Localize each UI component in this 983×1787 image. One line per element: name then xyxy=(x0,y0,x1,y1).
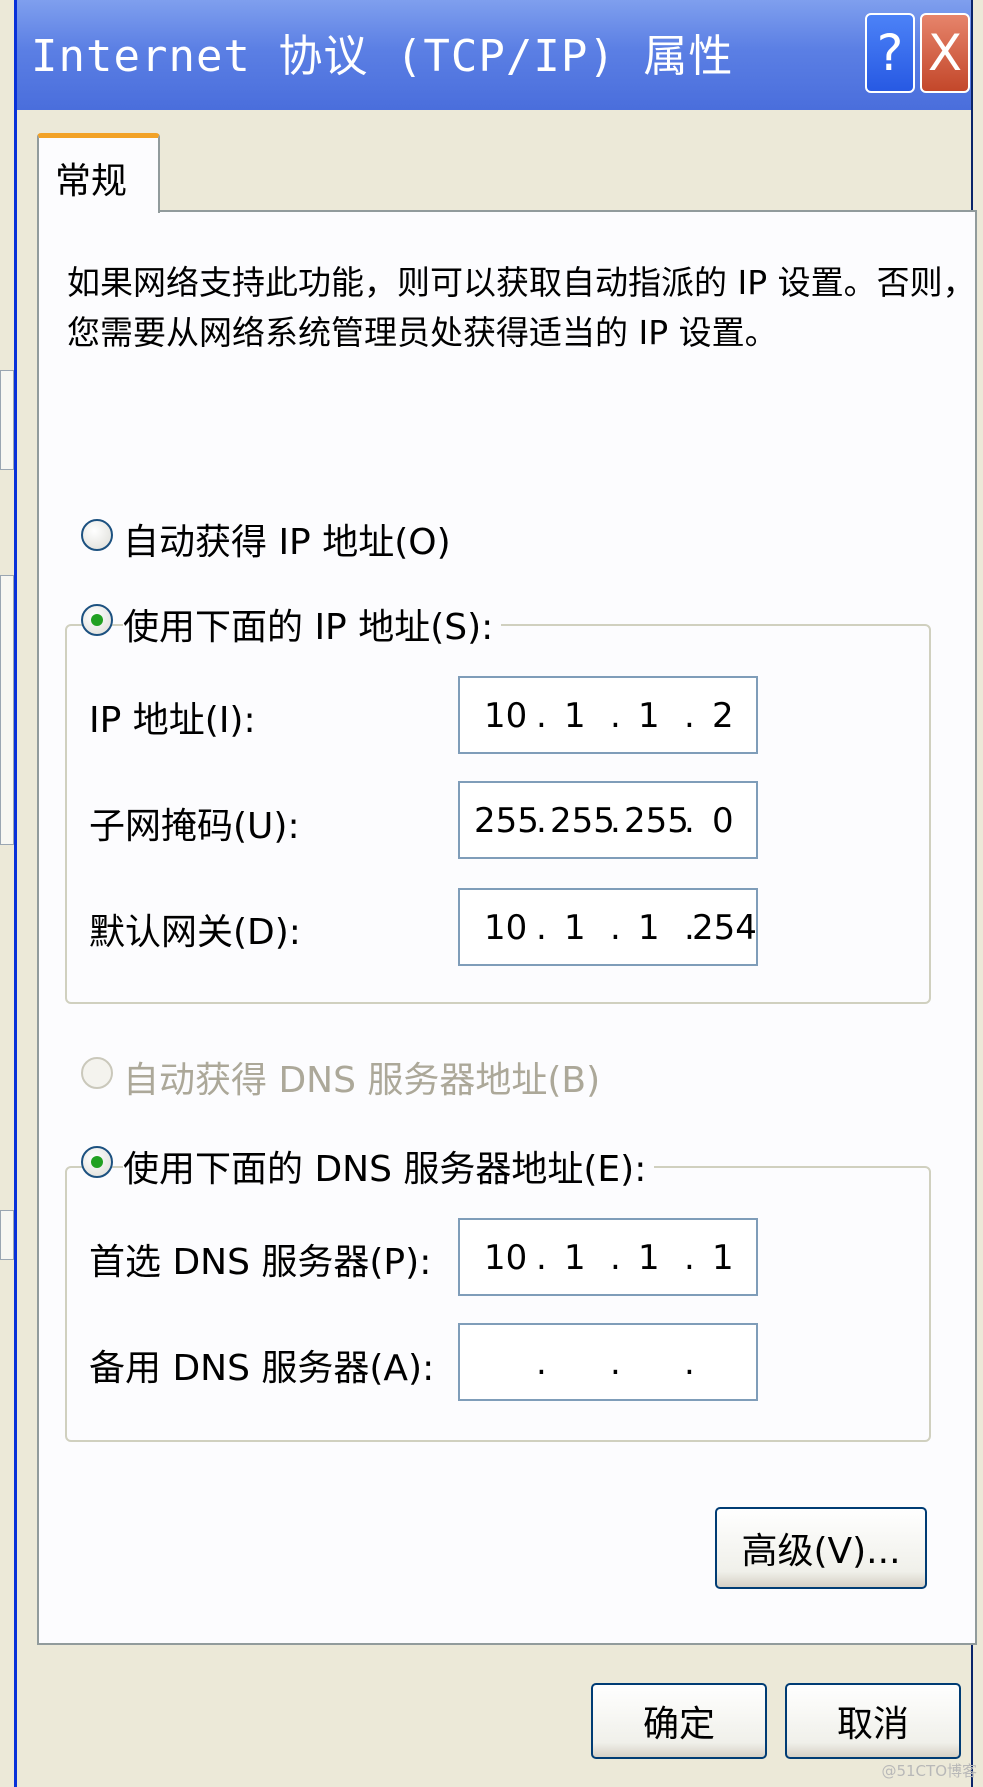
ok-button-label: 确定 xyxy=(642,1704,715,1745)
dns1-octet-1: 10 xyxy=(484,1238,528,1278)
ip-octet-4: 2 xyxy=(712,696,734,736)
window-title: Internet 协议 (TCP/IP) 属性 xyxy=(31,31,734,82)
auto-dns-radio xyxy=(81,1057,113,1089)
background-window-strip xyxy=(0,370,14,470)
gateway-octet-4: 254 xyxy=(692,908,757,948)
help-icon: ? xyxy=(876,24,904,82)
ip-address-label: IP 地址(I): xyxy=(89,700,256,741)
advanced-button[interactable]: 高级(V)... xyxy=(715,1507,927,1589)
watermark: @51CTO博客 xyxy=(881,1762,977,1780)
preferred-dns-field[interactable]: 10 . 1 . 1 . 1 xyxy=(458,1218,758,1296)
cancel-button-label: 取消 xyxy=(836,1704,909,1745)
description-line-1: 如果网络支持此功能，则可以获取自动指派的 IP 设置。否则， xyxy=(67,263,976,302)
subnet-mask-label: 子网掩码(U): xyxy=(89,806,300,847)
default-gateway-label: 默认网关(D): xyxy=(89,912,301,953)
mask-octet-3: 255 xyxy=(624,801,689,841)
advanced-button-label: 高级(V)... xyxy=(741,1531,901,1572)
description-line-2: 您需要从网络系统管理员处获得适当的 IP 设置。 xyxy=(67,313,778,352)
mask-octet-4: 0 xyxy=(712,801,734,841)
description-text: 如果网络支持此功能，则可以获取自动指派的 IP 设置。否则， 您需要从网络系统管… xyxy=(67,258,976,358)
tcpip-properties-dialog: Internet 协议 (TCP/IP) 属性 ? X 常规 如果网络支持此功能… xyxy=(14,0,977,1787)
manual-ip-label[interactable]: 使用下面的 IP 地址(S): xyxy=(123,598,502,650)
mask-octet-1: 255 xyxy=(474,801,539,841)
dns1-octet-2: 1 xyxy=(564,1238,586,1278)
preferred-dns-label: 首选 DNS 服务器(P): xyxy=(89,1242,432,1283)
ip-octet-3: 1 xyxy=(638,696,660,736)
default-gateway-field[interactable]: 10 . 1 . 1 . 254 xyxy=(458,888,758,966)
dns1-octet-3: 1 xyxy=(638,1238,660,1278)
subnet-mask-field[interactable]: 255 . 255 . 255 . 0 xyxy=(458,781,758,859)
mask-octet-2: 255 xyxy=(550,801,615,841)
cancel-button[interactable]: 取消 xyxy=(785,1683,961,1759)
gateway-octet-2: 1 xyxy=(564,908,586,948)
ip-octet-1: 10 xyxy=(484,696,528,736)
auto-dns-label: 自动获得 DNS 服务器地址(B) xyxy=(123,1060,601,1101)
manual-ip-radio[interactable] xyxy=(81,604,113,636)
close-button[interactable]: X xyxy=(920,13,970,93)
gateway-octet-3: 1 xyxy=(638,908,660,948)
auto-ip-label[interactable]: 自动获得 IP 地址(O) xyxy=(123,513,451,565)
auto-ip-radio[interactable] xyxy=(81,519,113,551)
tab-general[interactable]: 常规 xyxy=(37,133,160,213)
background-window-strip xyxy=(0,1210,14,1260)
help-button[interactable]: ? xyxy=(865,13,915,93)
manual-dns-radio[interactable] xyxy=(81,1146,113,1178)
gateway-octet-1: 10 xyxy=(484,908,528,948)
ok-button[interactable]: 确定 xyxy=(591,1683,767,1759)
manual-dns-label[interactable]: 使用下面的 DNS 服务器地址(E): xyxy=(123,1140,655,1192)
alternate-dns-label: 备用 DNS 服务器(A): xyxy=(89,1348,435,1389)
alternate-dns-field[interactable]: . . . xyxy=(458,1323,758,1401)
title-bar[interactable]: Internet 协议 (TCP/IP) 属性 ? X xyxy=(17,0,971,110)
ip-address-field[interactable]: 10 . 1 . 1 . 2 xyxy=(458,676,758,754)
close-icon: X xyxy=(927,24,963,82)
background-window-strip xyxy=(0,575,14,845)
ip-octet-2: 1 xyxy=(564,696,586,736)
dns1-octet-4: 1 xyxy=(712,1238,734,1278)
tab-general-label: 常规 xyxy=(55,161,128,202)
